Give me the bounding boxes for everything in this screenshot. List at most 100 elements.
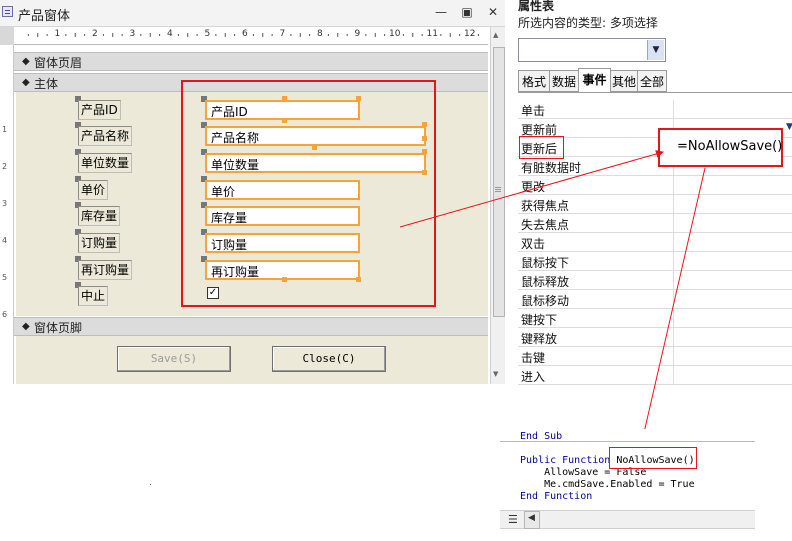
close-button[interactable]: Close(C) <box>272 346 386 372</box>
property-row[interactable]: 单击 <box>518 100 792 119</box>
form-titlebar: 产品窗体 — ▣ ✕ <box>0 0 505 27</box>
label-unit-price[interactable]: 单价 <box>78 180 109 200</box>
horizontal-ruler: 1 2 3 4 5 6 7 8 9 10 11 12 <box>14 27 488 45</box>
section-arrow-icon: ◆ <box>22 56 30 67</box>
annotation-red-box <box>181 80 436 307</box>
property-name: 获得焦点 <box>521 199 570 213</box>
form-vertical-scrollbar[interactable]: ▲ ▼ <box>490 27 505 384</box>
label-discontinued[interactable]: 中止 <box>78 286 109 306</box>
ruler-number: 9 <box>354 29 361 39</box>
highlighted-event-box <box>519 136 564 159</box>
property-name: 鼠标释放 <box>521 275 570 289</box>
vertical-ruler-number: 3 <box>2 199 8 208</box>
procedure-separator <box>500 441 755 442</box>
form-title: 产品窗体 <box>18 9 71 24</box>
code-keyword: Public Function <box>520 455 611 466</box>
code-keyword: End Function <box>520 491 593 502</box>
ruler-number: 7 <box>279 29 286 39</box>
label-stock[interactable]: 库存量 <box>78 206 121 226</box>
scroll-down-icon[interactable]: ▼ <box>493 370 498 378</box>
property-name: 进入 <box>521 370 546 384</box>
tab-data[interactable]: 数据 <box>549 70 579 92</box>
ruler-number: 3 <box>129 29 136 39</box>
tab-event[interactable]: 事件 <box>578 68 611 93</box>
label-unit-qty[interactable]: 单位数量 <box>78 153 133 173</box>
property-row[interactable]: 双击 <box>518 233 792 252</box>
label-product-name[interactable]: 产品名称 <box>78 126 133 146</box>
property-name: 更改 <box>521 180 546 194</box>
property-name: 击键 <box>521 351 546 365</box>
function-name-highlight <box>609 447 697 469</box>
form-icon <box>2 6 13 17</box>
selection-type-text: 所选内容的类型: 多项选择 <box>518 16 658 30</box>
label-reorder-qty[interactable]: 再订购量 <box>78 260 133 280</box>
property-row[interactable]: 鼠标按下 <box>518 252 792 271</box>
event-value-callout: =NoAllowSave() <box>658 128 783 167</box>
detail-label: 主体 <box>34 77 59 91</box>
property-row[interactable]: 进入 <box>518 366 792 385</box>
tab-format[interactable]: 格式 <box>518 70 550 92</box>
ruler-number: 10 <box>389 29 401 39</box>
ruler-number: 8 <box>317 29 323 39</box>
section-arrow-icon: ◆ <box>22 321 30 332</box>
scroll-thumb[interactable] <box>493 47 505 317</box>
ruler-number: 11 <box>426 29 438 39</box>
vertical-ruler-number: 6 <box>2 310 8 319</box>
event-value-text: =NoAllowSave() <box>677 139 783 154</box>
ruler-corner[interactable] <box>0 27 14 45</box>
code-horizontal-scrollbar[interactable]: ☰ ◀ <box>500 510 755 529</box>
property-row[interactable]: 键按下 <box>518 309 792 328</box>
decorative-dot <box>150 484 151 485</box>
ruler-number: 6 <box>242 29 248 39</box>
label-product-id[interactable]: 产品ID <box>78 100 121 120</box>
scroll-left-icon[interactable]: ◀ <box>528 513 535 523</box>
ruler-number: 5 <box>204 29 211 39</box>
selection-combo[interactable]: ▼ <box>518 38 666 62</box>
property-name: 双击 <box>521 237 546 251</box>
vertical-ruler-number: 2 <box>2 162 8 171</box>
form-footer-label: 窗体页脚 <box>34 321 83 335</box>
property-row[interactable]: 更改 <box>518 176 792 195</box>
property-row[interactable]: 获得焦点 <box>518 195 792 214</box>
property-row[interactable]: 击键 <box>518 347 792 366</box>
property-name: 有脏数据时 <box>521 161 582 175</box>
scroll-up-icon[interactable]: ▲ <box>493 31 498 39</box>
property-name: 键释放 <box>521 332 558 346</box>
view-toggle-icon[interactable]: ☰ <box>508 513 518 526</box>
property-row[interactable]: 鼠标释放 <box>518 271 792 290</box>
tab-other[interactable]: 其他 <box>610 70 638 92</box>
vertical-ruler-number: 4 <box>2 236 8 245</box>
vertical-ruler: 1 2 3 4 5 6 <box>0 45 14 384</box>
property-row[interactable]: 鼠标移动 <box>518 290 792 309</box>
property-sheet-title: 属性表 <box>518 0 555 13</box>
ruler-number: 2 <box>92 29 98 39</box>
vertical-ruler-number: 1 <box>2 125 8 134</box>
ruler-number: 1 <box>54 29 61 39</box>
property-row[interactable]: 键释放 <box>518 328 792 347</box>
form-header-label: 窗体页眉 <box>34 56 83 70</box>
ruler-number: 4 <box>167 29 173 39</box>
property-row[interactable]: 失去焦点 <box>518 214 792 233</box>
ruler-ticks <box>27 33 479 37</box>
property-name: 单击 <box>521 104 546 118</box>
save-button[interactable]: Save(S) <box>117 346 231 372</box>
property-name: 鼠标按下 <box>521 256 570 270</box>
code-line: End Function <box>520 491 592 502</box>
property-name: 鼠标移动 <box>521 294 570 308</box>
property-name: 失去焦点 <box>521 218 570 232</box>
code-line: Me.cmdSave.Enabled = True <box>520 479 695 490</box>
close-icon[interactable]: ✕ <box>484 4 502 20</box>
form-header-section-bar[interactable]: ◆ 窗体页眉 <box>14 52 488 71</box>
tab-all[interactable]: 全部 <box>637 70 667 92</box>
footer-area[interactable] <box>16 336 488 384</box>
grip-icon <box>495 187 501 188</box>
property-name: 键按下 <box>521 313 558 327</box>
chevron-down-icon[interactable]: ▼ <box>647 40 664 60</box>
restore-icon[interactable]: ▣ <box>458 4 476 20</box>
minimize-icon[interactable]: — <box>432 4 450 20</box>
label-order-qty[interactable]: 订购量 <box>78 233 121 253</box>
property-sheet: 属性表 所选内容的类型: 多项选择 ▼ 格式 数据 事件 其他 全部 单击 更新… <box>514 0 792 385</box>
vertical-ruler-number: 5 <box>2 273 8 282</box>
form-footer-section-bar[interactable]: ◆ 窗体页脚 <box>14 317 488 336</box>
chevron-down-icon[interactable]: ▼ <box>786 122 792 132</box>
